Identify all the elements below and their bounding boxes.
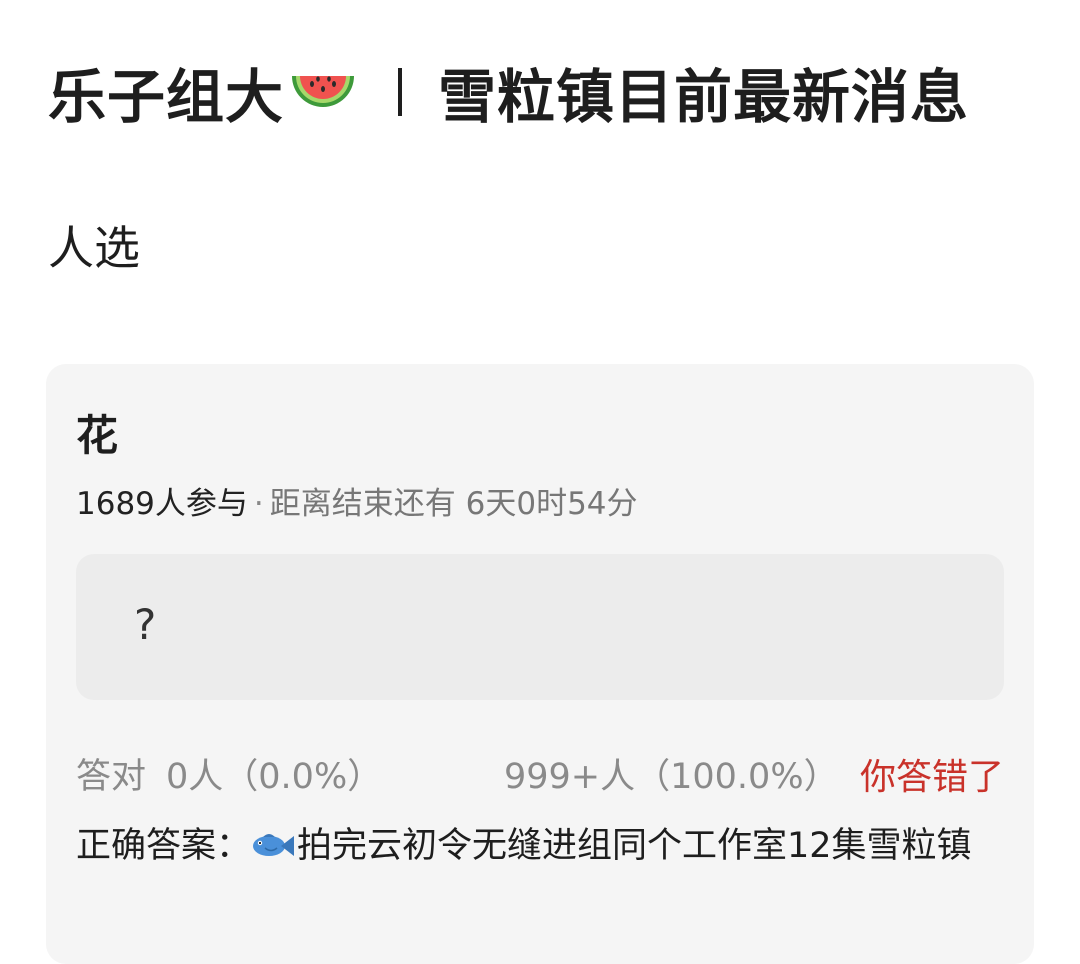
- correct-count: 0人（0.0%）: [166, 757, 383, 797]
- headline-separator: [398, 68, 403, 116]
- countdown-text: 距离结束还有 6天0时54分: [269, 486, 638, 522]
- post-headline: 乐子组大 雪粒镇目前最新消息: [48, 52, 1048, 132]
- result-badge: 你答错了: [859, 757, 1004, 798]
- post-subtitle: 人选: [48, 221, 140, 275]
- fish-icon: [251, 831, 295, 861]
- meta-dot: ·: [253, 486, 264, 522]
- correct-answer: 正确答案： 拍完云初令无缝进组同个工作室12集雪粒镇: [76, 824, 996, 868]
- correct-label: 答对: [76, 757, 147, 797]
- quiz-meta: 1689人参与 · 距离结束还有 6天0时54分: [76, 478, 638, 523]
- watermelon-icon: [288, 62, 358, 122]
- headline-right: 雪粒镇目前最新消息: [438, 63, 970, 131]
- quiz-question: 花: [76, 411, 119, 460]
- option-text: ?: [134, 600, 157, 649]
- participant-count: 1689人参与: [76, 486, 248, 522]
- wrong-stats: 999+人（100.0%）: [504, 757, 839, 797]
- answer-text: 拍完云初令无缝进组同个工作室12集雪粒镇: [297, 826, 972, 866]
- quiz-card: 花 1689人参与 · 距离结束还有 6天0时54分 ? 答对 0人（0.0%） 99…: [46, 364, 1034, 964]
- quiz-option[interactable]: ?: [76, 554, 1004, 700]
- correct-stats: 答对 0人（0.0%）: [76, 748, 382, 799]
- answer-label: 正确答案：: [76, 826, 252, 866]
- headline-left: 乐子组大: [48, 63, 285, 131]
